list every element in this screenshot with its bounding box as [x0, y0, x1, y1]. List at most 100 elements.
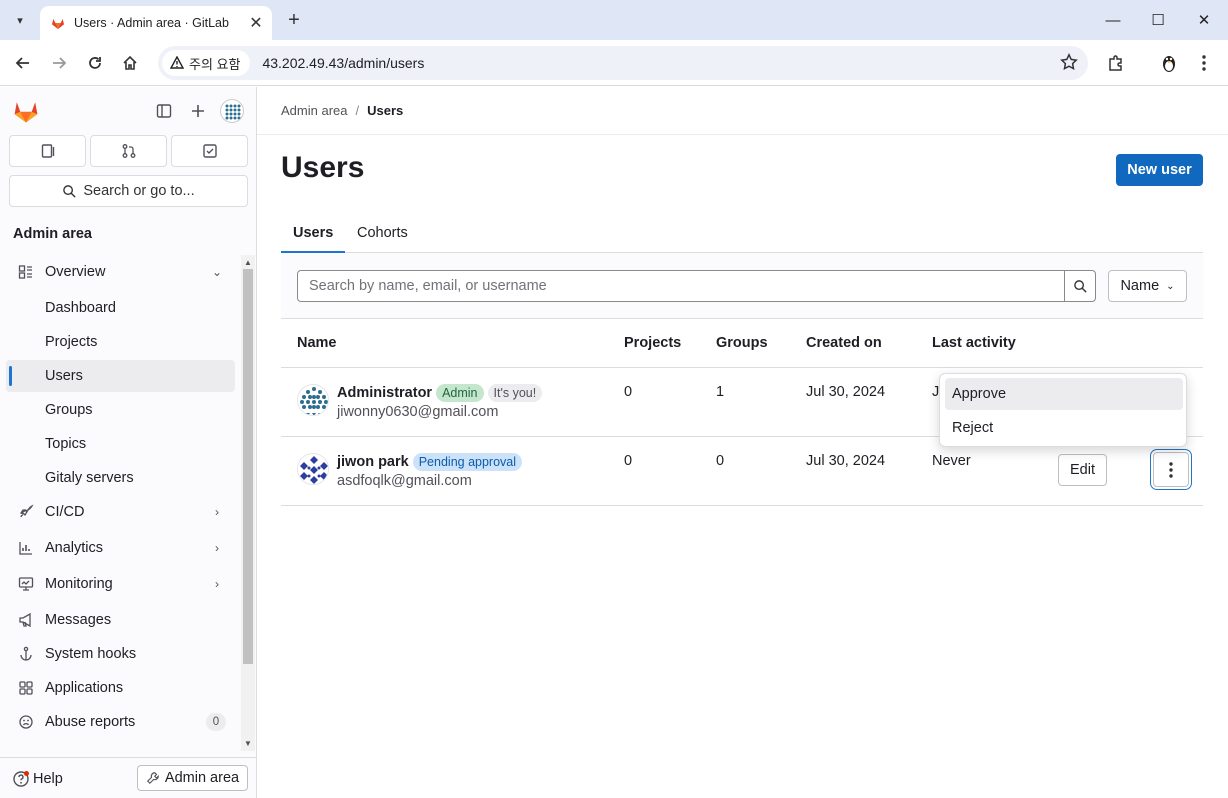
puzzle-icon — [1109, 55, 1122, 71]
gitlab-favicon-icon — [52, 19, 64, 29]
new-tab-button[interactable]: + — [282, 8, 306, 32]
chevron-right-icon: › — [215, 577, 219, 591]
url-text: 43.202.49.43/admin/users — [262, 55, 425, 71]
groups-count: 1 — [716, 384, 725, 400]
breadcrumb-users[interactable]: Users — [367, 103, 403, 118]
its-you-badge: It's you! — [487, 384, 543, 402]
home-icon — [123, 55, 137, 70]
approve-menu-item[interactable]: Approve — [945, 378, 1183, 410]
minimize-button[interactable]: — — [1090, 0, 1136, 40]
forward-button[interactable] — [45, 49, 73, 77]
security-label: 주의 요함 — [189, 56, 241, 72]
back-button[interactable] — [9, 49, 37, 77]
sidebar-item-topics[interactable]: Topics — [6, 428, 235, 460]
browser-menu-button[interactable] — [1190, 49, 1218, 77]
sidebar-item-label: System hooks — [45, 646, 137, 662]
reject-menu-item[interactable]: Reject — [945, 412, 1183, 444]
anchor-icon — [16, 644, 36, 664]
page-title: Users — [281, 151, 365, 184]
sidebar-scrollbar[interactable]: ▲ ▼ — [241, 255, 255, 751]
sidebar-item-groups[interactable]: Groups — [6, 394, 235, 426]
address-bar[interactable]: 주의 요함 43.202.49.43/admin/users — [158, 46, 1088, 80]
close-window-button[interactable]: ✕ — [1181, 0, 1227, 40]
profile-button[interactable] — [1155, 49, 1183, 77]
search-icon — [1073, 279, 1087, 293]
filter-bar: Name ⌄ — [281, 253, 1203, 319]
vertical-dots-icon — [1202, 55, 1206, 71]
help-button[interactable]: Help — [12, 767, 63, 791]
issues-button[interactable] — [9, 135, 86, 167]
user-search-input[interactable] — [297, 270, 1065, 302]
sidebar-item-system-hooks[interactable]: System hooks — [6, 638, 235, 670]
last-activity: Never — [932, 453, 971, 469]
breadcrumb-admin-area[interactable]: Admin area — [281, 103, 347, 118]
tab-search-button[interactable]: ▾ — [8, 8, 32, 32]
users-tabs: Users Cohorts — [281, 213, 1203, 253]
scrollbar-thumb[interactable] — [243, 269, 253, 664]
collapse-sidebar-icon[interactable] — [152, 99, 176, 123]
edit-user-button[interactable]: Edit — [1058, 454, 1107, 486]
create-new-icon[interactable] — [186, 99, 210, 123]
avatar[interactable] — [297, 453, 329, 485]
sidebar-item-analytics[interactable]: Analytics › — [6, 532, 235, 564]
gitlab-logo-icon[interactable] — [12, 97, 40, 125]
sidebar-item-messages[interactable]: Messages — [6, 604, 235, 636]
new-user-button[interactable]: New user — [1116, 154, 1203, 186]
user-name-link[interactable]: jiwon park — [337, 454, 409, 470]
chevron-down-icon: ⌄ — [1166, 280, 1175, 292]
sidebar-item-applications[interactable]: Applications — [6, 672, 235, 704]
help-label: Help — [33, 771, 63, 787]
sidebar-item-label: Monitoring — [45, 576, 113, 592]
sidebar-item-label: CI/CD — [45, 504, 85, 520]
sidebar-item-dashboard[interactable]: Dashboard — [6, 292, 235, 324]
user-email[interactable]: asdfoqlk@gmail.com — [337, 473, 472, 489]
sidebar-item-label: Dashboard — [45, 300, 116, 316]
sidebar-item-users[interactable]: Users — [6, 360, 235, 392]
reload-icon — [89, 57, 101, 69]
user-actions-button[interactable] — [1153, 452, 1189, 487]
tab-users[interactable]: Users — [281, 213, 345, 253]
user-name-cell: Administrator Admin It's you! — [337, 384, 546, 402]
sidebar-item-abuse-reports[interactable]: Abuse reports 0 — [6, 706, 235, 738]
reload-button[interactable] — [81, 49, 109, 77]
sidebar-item-cicd[interactable]: CI/CD › — [6, 496, 235, 528]
users-table-header: Name Projects Groups Created on Last act… — [281, 319, 1203, 368]
admin-area-button[interactable]: Admin area — [137, 765, 248, 791]
home-button[interactable] — [116, 49, 144, 77]
back-arrow-icon — [15, 57, 29, 69]
rocket-icon — [16, 502, 36, 522]
extensions-button[interactable] — [1102, 49, 1130, 77]
sidebar-item-gitaly-servers[interactable]: Gitaly servers — [6, 462, 235, 494]
scroll-up-arrow-icon[interactable]: ▲ — [244, 258, 252, 267]
sidebar-item-overview[interactable]: Overview ⌄ — [6, 256, 235, 288]
maximize-button[interactable]: ☐ — [1135, 0, 1181, 40]
sort-dropdown[interactable]: Name ⌄ — [1108, 270, 1187, 302]
sidebar-item-projects[interactable]: Projects — [6, 326, 235, 358]
forward-arrow-icon — [53, 57, 67, 69]
search-or-go-to-button[interactable]: Search or go to... — [9, 175, 248, 207]
security-chip[interactable]: 주의 요함 — [162, 50, 251, 76]
column-header-last-activity: Last activity — [932, 335, 1016, 351]
sidebar-item-monitoring[interactable]: Monitoring › — [6, 568, 235, 600]
tab-close-icon[interactable]: ✕ — [246, 13, 266, 33]
user-name-link[interactable]: Administrator — [337, 385, 432, 401]
sidebar-footer: Help Admin area — [0, 757, 256, 798]
merge-requests-button[interactable] — [90, 135, 167, 167]
tab-title: Users · Admin area · GitLab — [74, 16, 229, 30]
chevron-right-icon: › — [215, 505, 219, 519]
scroll-down-arrow-icon[interactable]: ▼ — [244, 739, 252, 748]
tab-cohorts[interactable]: Cohorts — [345, 213, 420, 253]
overview-icon — [16, 262, 36, 282]
warning-icon — [170, 56, 184, 69]
admin-area-button-label: Admin area — [164, 770, 240, 786]
search-submit-button[interactable] — [1064, 270, 1096, 302]
avatar[interactable] — [297, 384, 329, 416]
applications-icon — [16, 678, 36, 698]
todos-button[interactable] — [171, 135, 248, 167]
bookmark-star-icon[interactable] — [1060, 53, 1078, 74]
user-email[interactable]: jiwonny0630@gmail.com — [337, 404, 498, 420]
browser-tab[interactable]: Users · Admin area · GitLab ✕ — [40, 6, 272, 40]
projects-count: 0 — [624, 453, 633, 469]
user-avatar[interactable] — [220, 99, 244, 123]
sidebar: Search or go to... Admin area Overview ⌄… — [0, 87, 257, 798]
